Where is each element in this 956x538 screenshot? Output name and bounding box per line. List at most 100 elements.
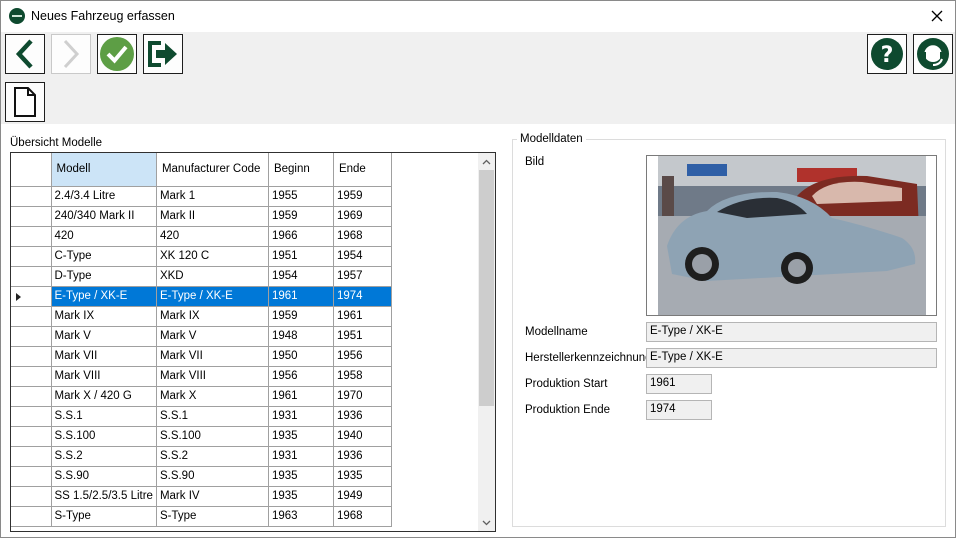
row-header[interactable]: [11, 346, 52, 367]
column-header-ende[interactable]: Ende: [333, 153, 392, 187]
column-header-modell[interactable]: Modell: [51, 153, 157, 187]
table-cell[interactable]: Mark X: [156, 386, 269, 407]
exit-button[interactable]: [143, 34, 183, 74]
table-cell[interactable]: C-Type: [51, 246, 157, 267]
table-row[interactable]: Mark IX Mark IX 1959 1961: [11, 306, 392, 327]
table-row[interactable]: D-Type XKD 1954 1957: [11, 266, 392, 287]
table-row[interactable]: S.S.2 S.S.2 1931 1936: [11, 446, 392, 467]
table-cell[interactable]: 1966: [268, 226, 334, 247]
table-row[interactable]: SS 1.5/2.5/3.5 Litre Mark IV 1935 1949: [11, 486, 392, 507]
row-header[interactable]: [11, 506, 52, 527]
table-cell[interactable]: 1961: [268, 386, 334, 407]
table-cell[interactable]: 1931: [268, 406, 334, 427]
column-header-beginn[interactable]: Beginn: [268, 153, 334, 187]
table-cell[interactable]: 1956: [333, 346, 392, 367]
table-cell[interactable]: D-Type: [51, 266, 157, 287]
table-row[interactable]: 420 420 1966 1968: [11, 226, 392, 247]
table-cell[interactable]: 1935: [333, 466, 392, 487]
table-cell[interactable]: Mark VII: [156, 346, 269, 367]
table-cell[interactable]: E-Type / XK-E: [156, 286, 269, 307]
table-cell[interactable]: 1963: [268, 506, 334, 527]
row-header[interactable]: [11, 306, 52, 327]
scroll-down-button[interactable]: [478, 514, 495, 531]
model-name-field[interactable]: E-Type / XK-E: [646, 322, 937, 342]
vertical-scrollbar[interactable]: [478, 153, 495, 531]
row-header[interactable]: [11, 386, 52, 407]
table-cell[interactable]: S.S.1: [156, 406, 269, 427]
row-header[interactable]: [11, 446, 52, 467]
table-cell[interactable]: 1931: [268, 446, 334, 467]
table-row[interactable]: 240/340 Mark II Mark II 1959 1969: [11, 206, 392, 227]
back-button[interactable]: [5, 34, 45, 74]
row-header[interactable]: [11, 406, 52, 427]
row-header[interactable]: [11, 486, 52, 507]
table-cell[interactable]: 1951: [333, 326, 392, 347]
table-row[interactable]: 2.4/3.4 Litre Mark 1 1955 1959: [11, 186, 392, 207]
table-cell[interactable]: 420: [156, 226, 269, 247]
close-button[interactable]: [925, 5, 949, 27]
table-cell[interactable]: S-Type: [156, 506, 269, 527]
table-cell[interactable]: 1968: [333, 506, 392, 527]
table-cell[interactable]: Mark VIII: [156, 366, 269, 387]
table-cell[interactable]: 1968: [333, 226, 392, 247]
table-row[interactable]: S-Type S-Type 1963 1968: [11, 506, 392, 527]
help-button[interactable]: ?: [867, 34, 907, 74]
table-cell[interactable]: S-Type: [51, 506, 157, 527]
table-cell[interactable]: 420: [51, 226, 157, 247]
row-header[interactable]: [11, 326, 52, 347]
table-cell[interactable]: 1936: [333, 446, 392, 467]
manufacturer-code-field[interactable]: E-Type / XK-E: [646, 348, 937, 368]
table-cell[interactable]: Mark IX: [51, 306, 157, 327]
table-cell[interactable]: 2.4/3.4 Litre: [51, 186, 157, 207]
table-row[interactable]: Mark X / 420 G Mark X 1961 1970: [11, 386, 392, 407]
table-cell[interactable]: 240/340 Mark II: [51, 206, 157, 227]
table-cell[interactable]: 1948: [268, 326, 334, 347]
table-row[interactable]: Mark VIII Mark VIII 1956 1958: [11, 366, 392, 387]
table-cell[interactable]: 1959: [268, 306, 334, 327]
row-header[interactable]: [11, 186, 52, 207]
table-cell[interactable]: Mark II: [156, 206, 269, 227]
table-cell[interactable]: 1936: [333, 406, 392, 427]
table-row[interactable]: C-Type XK 120 C 1951 1954: [11, 246, 392, 267]
table-cell[interactable]: 1954: [333, 246, 392, 267]
table-cell[interactable]: 1961: [268, 286, 334, 307]
table-cell[interactable]: SS 1.5/2.5/3.5 Litre: [51, 486, 157, 507]
table-cell[interactable]: XK 120 C: [156, 246, 269, 267]
table-cell[interactable]: 1935: [268, 466, 334, 487]
row-header[interactable]: [11, 246, 52, 267]
models-grid[interactable]: Modell Manufacturer Code Beginn Ende 2.4…: [10, 152, 496, 532]
table-cell[interactable]: 1957: [333, 266, 392, 287]
table-row[interactable]: Mark V Mark V 1948 1951: [11, 326, 392, 347]
production-start-field[interactable]: 1961: [646, 374, 712, 394]
confirm-button[interactable]: [97, 34, 137, 74]
scroll-up-button[interactable]: [478, 153, 495, 170]
table-cell[interactable]: 1959: [333, 186, 392, 207]
support-button[interactable]: [913, 34, 953, 74]
table-cell[interactable]: 1958: [333, 366, 392, 387]
table-cell[interactable]: S.S.2: [51, 446, 157, 467]
table-cell[interactable]: 1951: [268, 246, 334, 267]
row-header[interactable]: [11, 366, 52, 387]
table-cell[interactable]: Mark 1: [156, 186, 269, 207]
row-header[interactable]: [11, 266, 52, 287]
row-header[interactable]: [11, 466, 52, 487]
table-cell[interactable]: 1935: [268, 426, 334, 447]
table-cell[interactable]: E-Type / XK-E: [51, 286, 157, 307]
table-row[interactable]: S.S.100 S.S.100 1935 1940: [11, 426, 392, 447]
table-cell[interactable]: 1940: [333, 426, 392, 447]
table-row[interactable]: Mark VII Mark VII 1950 1956: [11, 346, 392, 367]
table-row[interactable]: E-Type / XK-E E-Type / XK-E 1961 1974: [11, 286, 392, 307]
table-cell[interactable]: 1935: [268, 486, 334, 507]
forward-button[interactable]: [51, 34, 91, 74]
table-cell[interactable]: S.S.100: [156, 426, 269, 447]
table-cell[interactable]: 1950: [268, 346, 334, 367]
table-cell[interactable]: Mark V: [51, 326, 157, 347]
table-cell[interactable]: S.S.2: [156, 446, 269, 467]
table-cell[interactable]: Mark V: [156, 326, 269, 347]
table-cell[interactable]: S.S.90: [51, 466, 157, 487]
table-cell[interactable]: S.S.90: [156, 466, 269, 487]
table-row[interactable]: S.S.1 S.S.1 1931 1936: [11, 406, 392, 427]
table-cell[interactable]: Mark VIII: [51, 366, 157, 387]
table-cell[interactable]: 1954: [268, 266, 334, 287]
table-cell[interactable]: 1970: [333, 386, 392, 407]
